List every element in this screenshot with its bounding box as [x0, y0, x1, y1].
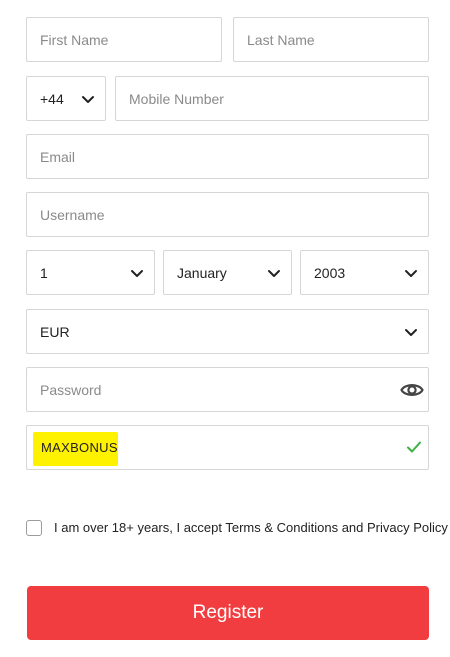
chevron-down-icon	[131, 269, 143, 277]
phone-code-select[interactable]: +44	[26, 76, 106, 121]
first-name-placeholder: First Name	[40, 31, 109, 48]
dob-day-select[interactable]: 1	[26, 250, 155, 295]
dob-month-select[interactable]: January	[163, 250, 292, 295]
email-placeholder: Email	[40, 148, 76, 165]
chevron-down-icon	[268, 269, 280, 277]
first-name-field[interactable]: First Name	[26, 17, 222, 62]
dob-month-value: January	[177, 264, 227, 281]
promo-code-field[interactable]: MAXBONUS	[26, 425, 429, 470]
eye-icon[interactable]	[400, 379, 424, 401]
currency-select[interactable]: EUR	[26, 309, 429, 354]
checkmark-icon	[407, 441, 421, 453]
phone-code-value: +44	[40, 90, 64, 107]
mobile-number-field[interactable]: Mobile Number	[115, 76, 429, 121]
email-field[interactable]: Email	[26, 134, 429, 179]
register-button[interactable]: Register	[27, 586, 429, 640]
terms-label: I am over 18+ years, I accept Terms & Co…	[54, 520, 448, 535]
username-placeholder: Username	[40, 206, 105, 223]
last-name-field[interactable]: Last Name	[233, 17, 429, 62]
password-field[interactable]: Password	[26, 367, 429, 412]
mobile-number-placeholder: Mobile Number	[129, 90, 224, 107]
currency-value: EUR	[40, 323, 70, 340]
chevron-down-icon	[82, 95, 94, 103]
last-name-placeholder: Last Name	[247, 31, 315, 48]
username-field[interactable]: Username	[26, 192, 429, 237]
chevron-down-icon	[405, 269, 417, 277]
dob-day-value: 1	[40, 264, 48, 281]
terms-checkbox[interactable]	[26, 520, 42, 536]
chevron-down-icon	[405, 328, 417, 336]
dob-year-select[interactable]: 2003	[300, 250, 429, 295]
promo-code-value: MAXBONUS	[41, 440, 118, 455]
dob-year-value: 2003	[314, 264, 346, 281]
password-placeholder: Password	[40, 381, 102, 398]
